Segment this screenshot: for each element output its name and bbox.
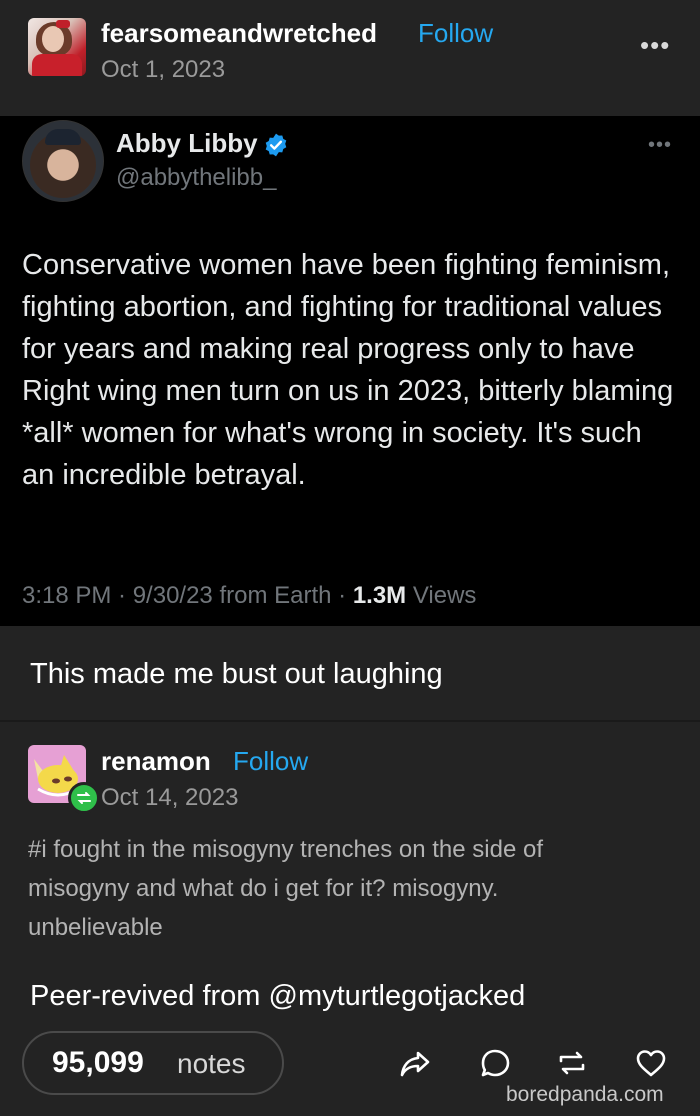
tweet-body: Conservative women have been fighting fe… [22, 249, 674, 491]
verified-badge-icon [265, 133, 287, 157]
tweet-avatar [22, 120, 104, 202]
more-dots-icon[interactable]: ••• [640, 30, 670, 61]
reblog-icon[interactable] [555, 1046, 589, 1080]
tweet-meta: 3:18 PM · 9/30/23 from Earth · 1.3M View… [22, 582, 476, 610]
tweet-views-label: Views [406, 582, 477, 609]
notes-label: notes [177, 1048, 246, 1079]
tweet-more-icon: ••• [648, 134, 673, 156]
reply-icon[interactable] [478, 1046, 512, 1080]
share-icon[interactable] [398, 1046, 432, 1080]
post-username[interactable]: fearsomeandwretched [101, 18, 377, 49]
reblog-tags[interactable]: #i fought in the misogyny trenches on th… [28, 830, 628, 947]
tweet-timestamp: 3:18 PM · 9/30/23 from Earth · [22, 582, 353, 609]
like-icon[interactable] [634, 1046, 668, 1080]
tweet-display-name: Abby Libby [116, 128, 258, 158]
post-date: Oct 1, 2023 [101, 56, 226, 83]
user-avatar[interactable] [28, 18, 86, 76]
follow-button[interactable]: Follow [418, 18, 493, 49]
reblogger-username[interactable]: renamon [101, 746, 211, 777]
divider [0, 720, 700, 722]
follow-button[interactable]: Follow [233, 746, 308, 777]
notes-button[interactable]: 95,099 notes [22, 1031, 284, 1095]
tweet-handle: @abbythelibb_ [116, 164, 277, 191]
tweet-views-count: 1.3M [352, 582, 407, 609]
reblog-badge-icon [68, 782, 100, 814]
notes-count: 95,099 [52, 1046, 144, 1079]
source-attribution[interactable]: Peer-revived from @myturtlegotjacked [30, 980, 525, 1013]
post-caption: This made me bust out laughing [30, 658, 443, 690]
reblog-date: Oct 14, 2023 [101, 784, 239, 811]
watermark: boredpanda.com [506, 1083, 664, 1106]
